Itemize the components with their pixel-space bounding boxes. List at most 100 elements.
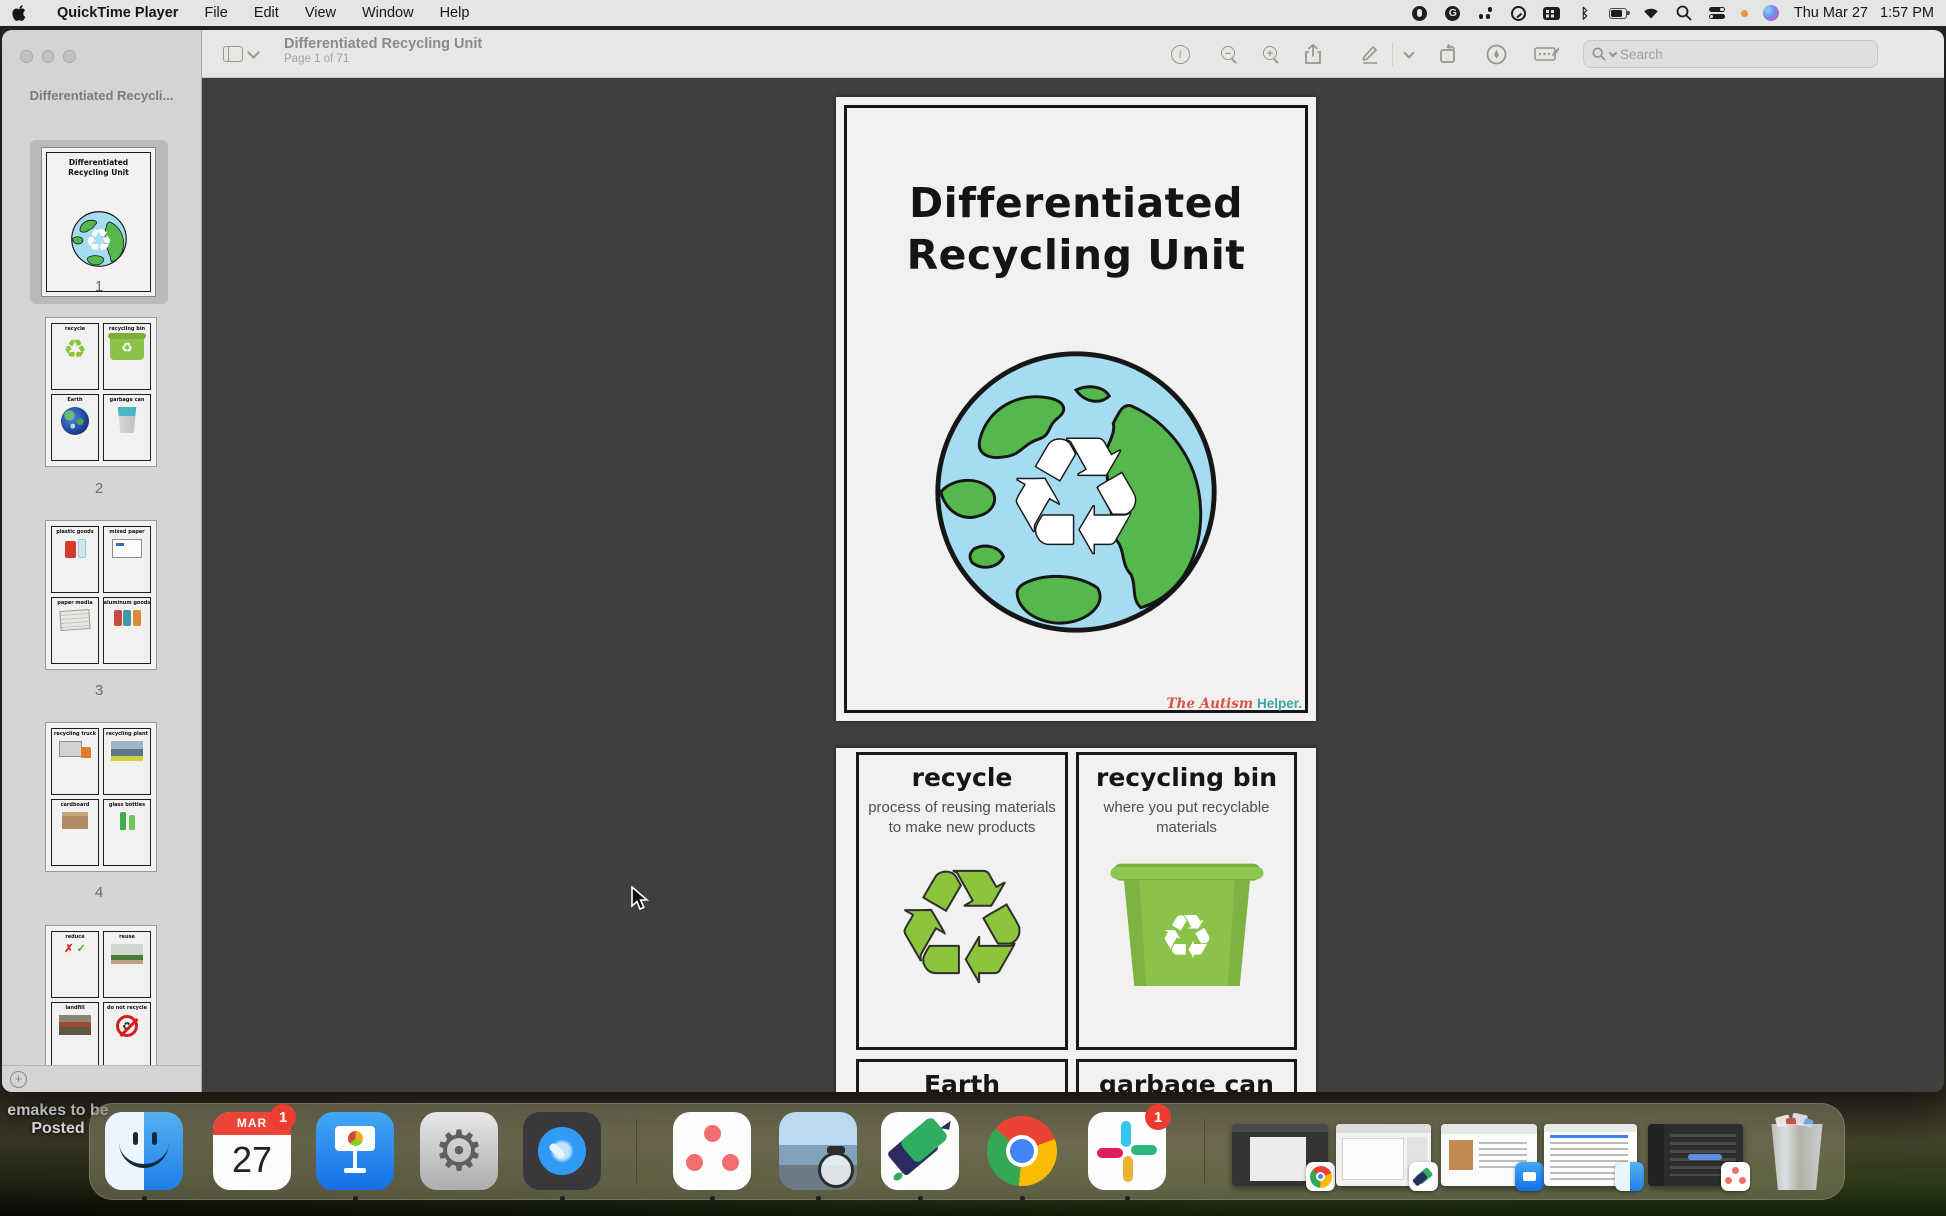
keyboard-icon[interactable]	[1543, 4, 1561, 22]
running-indicator-quicktime	[560, 1196, 565, 1201]
menu-window[interactable]: Window	[362, 5, 414, 21]
asana-window-badge	[1721, 1162, 1750, 1191]
running-indicator-preview	[816, 1196, 821, 1201]
add-page-button[interactable]: +	[10, 1071, 27, 1088]
menu-file[interactable]: File	[204, 5, 227, 21]
fill-form-button[interactable]	[1532, 40, 1562, 68]
control-center-icon[interactable]	[1708, 4, 1726, 22]
minimized-highlighter-window[interactable]	[1336, 1124, 1431, 1186]
running-indicator-finder	[142, 1196, 147, 1201]
fill-form-icon	[1534, 45, 1560, 63]
reuse-photo	[111, 944, 143, 964]
dock-divider	[1204, 1119, 1205, 1183]
dock-preview-icon[interactable]	[779, 1112, 857, 1190]
menu-clock[interactable]: Thu Mar 27 1:57 PM	[1794, 5, 1934, 21]
thumbnail-page-3[interactable]: plastic goods mixed paper paper media al…	[46, 521, 156, 669]
grammarly-icon[interactable]: G	[1444, 4, 1462, 22]
minimized-asana-window[interactable]	[1648, 1124, 1743, 1186]
bluetooth-icon[interactable]: ᛒ	[1576, 4, 1594, 22]
menu-edit[interactable]: Edit	[254, 5, 279, 21]
minimized-keynote-window[interactable]	[1441, 1124, 1537, 1186]
thumb3-card-aluminum: aluminum goods	[104, 600, 151, 606]
recycling-bin-image: ♻	[1079, 849, 1294, 999]
thumbnail-page-5[interactable]: reduce✗✓ reuse landfill do not recycle♻	[46, 926, 156, 1074]
recycling-bin-icon	[110, 336, 144, 360]
menu-app-name[interactable]: QuickTime Player	[57, 5, 178, 21]
logo-rest-text: Helper.	[1257, 696, 1302, 711]
info-icon: i	[1171, 45, 1190, 64]
minimized-chrome-window[interactable]	[1232, 1124, 1328, 1186]
newspapers-icon	[59, 609, 90, 631]
page-indicator: Page 1 of 71	[284, 53, 482, 65]
vocab-card-recycling-bin: recycling bin where you put recyclable m…	[1076, 752, 1297, 1050]
markup-dropdown-button[interactable]	[1398, 40, 1420, 68]
zoom-button[interactable]	[63, 50, 76, 63]
dock-highlighter-app-icon[interactable]	[881, 1112, 959, 1190]
record-icon[interactable]	[1411, 4, 1429, 22]
logo-script-text: The Autism	[1167, 696, 1254, 712]
svg-text:♻: ♻	[1004, 404, 1149, 592]
minimized-finder-window[interactable]	[1544, 1124, 1637, 1186]
thumb5-card-reduce: reduce	[65, 934, 84, 940]
page1-title-line2: Recycling Unit	[836, 229, 1316, 281]
window-title: Differentiated Recycling Unit	[284, 36, 482, 52]
spotlight-icon[interactable]	[1675, 4, 1693, 22]
dock-chrome-icon[interactable]	[983, 1112, 1061, 1190]
thumbnail-2-number: 2	[30, 480, 168, 497]
zoom-out-button[interactable]: −	[1214, 40, 1244, 68]
menu-view[interactable]: View	[305, 5, 336, 21]
dock-finder-icon[interactable]	[105, 1112, 183, 1190]
info-button[interactable]: i	[1165, 40, 1195, 68]
thumbnail-page-4[interactable]: recycling truck recycling plant cardboar…	[46, 723, 156, 871]
markup-button[interactable]	[1355, 40, 1385, 68]
thumb1-title-line2: Recycling Unit	[42, 168, 155, 178]
thumb1-earth-illustration: ♻	[70, 210, 128, 268]
page1-title: Differentiated Recycling Unit	[836, 177, 1316, 281]
sidebar-toggle-button[interactable]	[218, 40, 262, 68]
search-input[interactable]	[1620, 47, 1869, 62]
menu-help[interactable]: Help	[440, 5, 470, 21]
dock-quicktime-icon[interactable]	[523, 1112, 601, 1190]
screen-dots-icon[interactable]	[1477, 4, 1495, 22]
glass-bottles-icon	[120, 812, 135, 830]
zoom-in-icon: +	[1263, 46, 1279, 62]
battery-icon[interactable]	[1609, 4, 1627, 22]
share-button[interactable]	[1298, 40, 1328, 68]
thumbnail-page-2[interactable]: recycle♻ recycling bin Earth garbage can	[46, 318, 156, 466]
siri-icon[interactable]	[1763, 5, 1779, 21]
dock-keynote-icon[interactable]	[316, 1112, 394, 1190]
menu-bar-left: QuickTime Player File Edit View Window H…	[12, 5, 469, 22]
dock-trash-icon[interactable]	[1764, 1114, 1830, 1192]
chrome-window-badge	[1306, 1162, 1335, 1191]
thumb4-card-plant: recycling plant	[106, 731, 148, 737]
screen: QuickTime Player File Edit View Window H…	[0, 0, 1946, 1216]
search-field[interactable]	[1583, 40, 1878, 68]
mouse-cursor	[630, 886, 652, 912]
recycling-truck-icon	[59, 741, 91, 759]
focus-icon[interactable]	[1510, 4, 1528, 22]
pdf-content-area[interactable]: Differentiated Recycling Unit	[203, 78, 1944, 1092]
thumb1-title-line1: Differentiated	[42, 158, 155, 168]
minimize-button[interactable]	[42, 50, 55, 63]
thumbnail-page-1[interactable]: Differentiated Recycling Unit ♻	[42, 148, 155, 296]
thumb2-card-recycle: recycle	[65, 326, 85, 332]
rotate-button[interactable]	[1435, 40, 1465, 68]
zoom-in-button[interactable]: +	[1256, 40, 1286, 68]
traffic-lights	[20, 50, 76, 63]
thumb2-card-earth: Earth	[67, 397, 82, 403]
do-not-recycle-icon: ♻	[116, 1015, 138, 1037]
sidebar: Differentiated Recycli... Differentiated…	[2, 30, 202, 1092]
dock-system-settings-icon[interactable]: ⚙	[420, 1112, 498, 1190]
highlight-button[interactable]	[1481, 40, 1511, 68]
thumb3-card-mixed-paper: mixed paper	[109, 529, 144, 535]
apple-menu-icon[interactable]	[12, 5, 29, 22]
search-icon	[1592, 47, 1606, 61]
wifi-icon[interactable]	[1642, 4, 1660, 22]
recording-indicator	[1741, 10, 1748, 17]
card-title: recycling bin	[1079, 763, 1294, 792]
dock-asana-icon[interactable]	[673, 1112, 751, 1190]
close-button[interactable]	[20, 50, 33, 63]
sidebar-doc-name: Differentiated Recycli...	[2, 88, 201, 103]
zoom-out-icon: −	[1221, 46, 1237, 62]
thumb5-card-reuse: reuse	[119, 934, 135, 940]
